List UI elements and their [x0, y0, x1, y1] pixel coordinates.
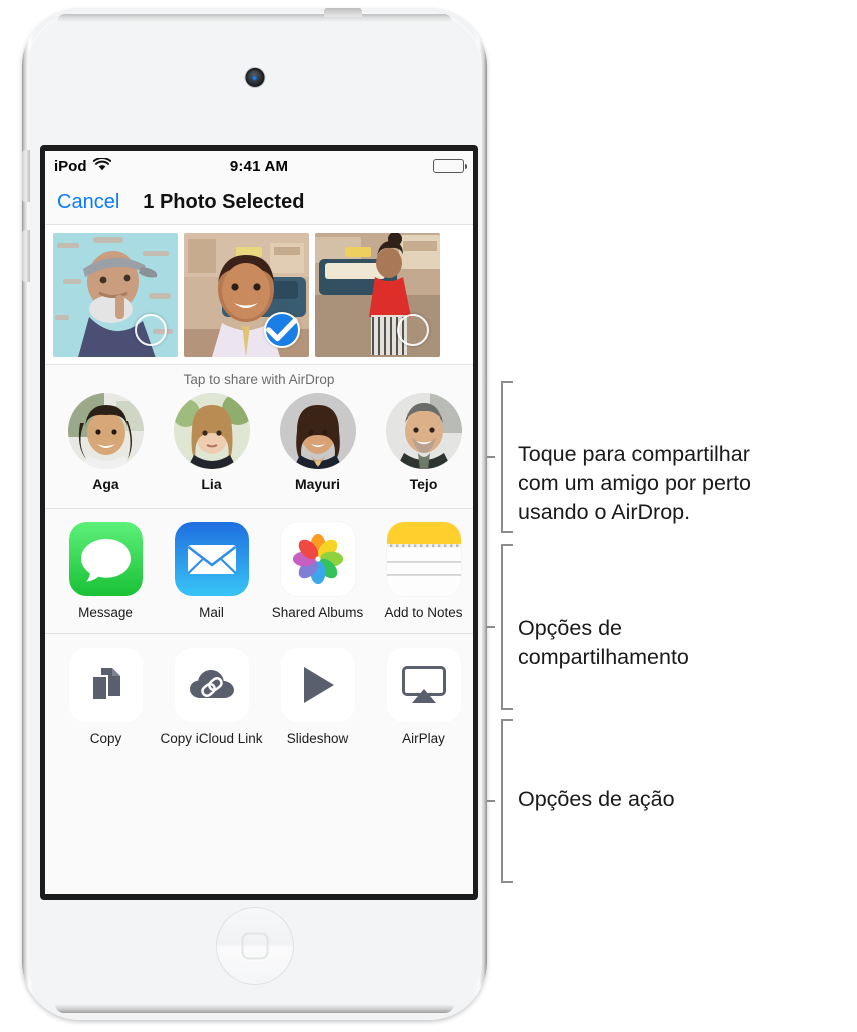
volume-up-button[interactable] [22, 150, 30, 202]
icloud-link-icon [174, 648, 249, 723]
power-button[interactable] [324, 8, 362, 17]
share-option-mail[interactable]: Mail [160, 522, 263, 621]
airdrop-contact[interactable]: Lia [160, 393, 263, 492]
volume-down-button[interactable] [22, 230, 30, 282]
airdrop-contact-name: Aga [92, 476, 119, 492]
airdrop-contact[interactable]: Tejo [372, 393, 473, 492]
share-option-label: Message [78, 605, 133, 620]
bracket-vertical-line [501, 544, 503, 710]
action-option-label: Slideshow [286, 731, 349, 747]
photo-thumbnail[interactable] [53, 233, 178, 357]
share-option-label: Shared Albums [271, 605, 364, 620]
action-option-slideshow[interactable]: Slideshow [266, 648, 369, 747]
action-option-label: AirPlay [402, 731, 445, 747]
play-icon [280, 648, 355, 723]
home-button-square-icon [241, 932, 268, 960]
photo-thumbnail[interactable] [184, 233, 309, 357]
share-option-shared-albums[interactable]: Shared Albums [266, 522, 369, 621]
action-option-airplay[interactable]: AirPlay [372, 648, 473, 747]
airdrop-hint-label: Tap to share with AirDrop [183, 372, 335, 387]
page-title: 1 Photo Selected [143, 191, 305, 213]
bracket-leader-stub [487, 626, 495, 628]
photo-select-toggle[interactable] [135, 314, 167, 346]
bracket-bottom-cap [501, 881, 513, 883]
status-bar: iPod 9:41 AM [45, 151, 473, 181]
bracket-top-cap [501, 381, 513, 383]
selected-photos-strip [45, 225, 473, 365]
callout-text: Opções de ação [518, 787, 675, 811]
device-screen: iPod 9:41 AM Cancel 1 Photo Selected Tap… [45, 151, 473, 894]
action-options-section: Copy Copy iCloud Link Slideshow AirPlay [45, 634, 473, 760]
notes-icon [386, 522, 461, 596]
avatar [385, 393, 462, 469]
device-front-face: iPod 9:41 AM Cancel 1 Photo Selected Tap… [27, 13, 482, 1015]
action-option-copy[interactable]: Copy [54, 648, 157, 747]
photo-select-toggle[interactable] [397, 314, 429, 346]
screenshot-root: iPod 9:41 AM Cancel 1 Photo Selected Tap… [0, 0, 857, 1032]
airdrop-contact-name: Tejo [409, 476, 438, 492]
avatar [279, 393, 356, 469]
callout-bracket [487, 719, 513, 883]
status-bar-left: iPod [54, 156, 230, 175]
bracket-bottom-cap [501, 531, 513, 533]
bracket-leader-stub [487, 800, 495, 802]
airdrop-contact[interactable]: Mayuri [266, 393, 369, 492]
action-option-copy-icloud-link[interactable]: Copy iCloud Link [160, 648, 263, 747]
messages-icon [68, 522, 143, 596]
action-option-label: Copy iCloud Link [160, 731, 263, 747]
mail-icon [174, 522, 249, 596]
share-option-add-to-notes[interactable]: Add to Notes [372, 522, 473, 621]
photos-icon [280, 522, 355, 596]
battery-icon [433, 159, 467, 173]
cancel-button[interactable]: Cancel [57, 191, 119, 214]
navigation-bar: Cancel 1 Photo Selected [45, 181, 473, 225]
airdrop-contact-name: Mayuri [294, 476, 341, 492]
bracket-top-cap [501, 719, 513, 721]
bracket-top-cap [501, 544, 513, 546]
callout-bracket [487, 381, 513, 533]
screen-bezel: iPod 9:41 AM Cancel 1 Photo Selected Tap… [40, 145, 478, 900]
bracket-bottom-cap [501, 708, 513, 710]
photo-selected-check[interactable] [264, 312, 300, 348]
callout-text: Opções de compartilhamento [518, 616, 689, 669]
airdrop-section: Tap to share with AirDrop Aga Lia Mayuri… [45, 365, 473, 509]
wifi-icon [92, 156, 111, 175]
bracket-vertical-line [501, 719, 503, 883]
action-options-row: Copy Copy iCloud Link Slideshow AirPlay [45, 634, 473, 759]
device-top-edge-highlight [57, 14, 452, 22]
carrier-label: iPod [54, 157, 87, 175]
airdrop-contact[interactable]: Aga [54, 393, 157, 492]
airdrop-contacts-row: Aga Lia Mayuri Tejo [45, 389, 473, 508]
avatar [173, 393, 250, 469]
ipod-touch-device: iPod 9:41 AM Cancel 1 Photo Selected Tap… [22, 8, 487, 1020]
status-bar-right [288, 159, 467, 173]
share-option-label: Mail [199, 605, 224, 620]
device-bottom-edge-highlight [55, 1004, 454, 1013]
bracket-vertical-line [501, 381, 503, 533]
share-options-section: Message Mail Shared Albums Add to Notes [45, 509, 473, 635]
callout-bracket [487, 544, 513, 710]
bracket-leader-stub [487, 456, 495, 458]
photo-thumbnail[interactable] [315, 233, 440, 357]
front-camera-icon [245, 68, 264, 87]
action-option-label: Copy [89, 731, 122, 747]
share-options-row: Message Mail Shared Albums Add to Notes [45, 509, 473, 633]
share-option-message[interactable]: Message [54, 522, 157, 621]
share-option-label: Add to Notes [384, 605, 463, 620]
airdrop-contact-name: Lia [201, 476, 222, 492]
home-button[interactable] [215, 907, 294, 985]
status-bar-clock: 9:41 AM [229, 157, 289, 175]
avatar [67, 393, 144, 469]
callout-text: Toque para compartilhar com um amigo por… [518, 442, 752, 524]
airplay-icon [386, 648, 461, 723]
copy-icon [68, 648, 143, 723]
